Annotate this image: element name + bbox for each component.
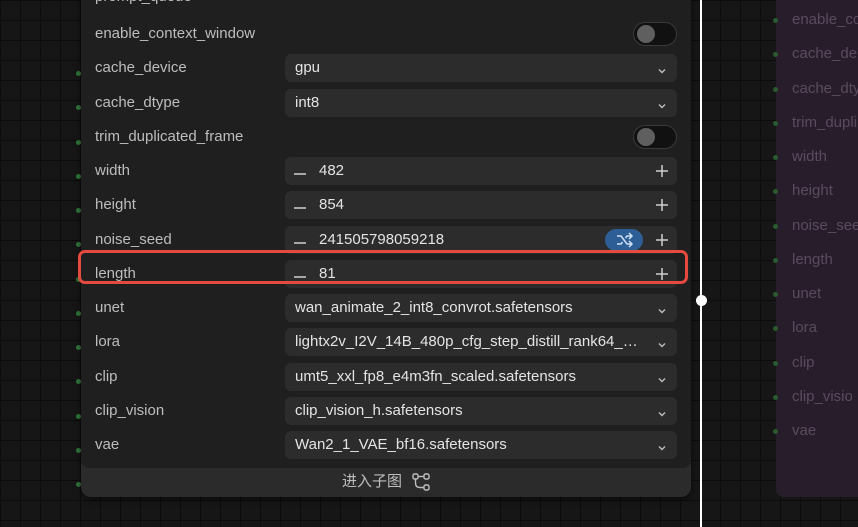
- right-node-label: lora: [792, 319, 818, 337]
- right-node-slot-dot[interactable]: [773, 292, 778, 297]
- right-node-label: cache_dty: [792, 79, 858, 97]
- widget-row-enable-context-window: enable_context_window: [95, 20, 677, 48]
- right-node-slot-dot[interactable]: [773, 223, 778, 229]
- widget-label-trim-duplicated-frame: trim_duplicated_frame: [95, 127, 244, 145]
- right-node-slot-dot[interactable]: [773, 120, 778, 126]
- widget-label-width: width: [95, 162, 131, 179]
- connection-line: [700, 0, 702, 527]
- widget-row-height: height 854: [95, 191, 677, 220]
- cache-dtype-select[interactable]: int8: [285, 88, 677, 117]
- enable-context-window-toggle[interactable]: [633, 22, 677, 46]
- widget-row-cache-dtype: cache_dtype int8: [95, 88, 677, 117]
- right-node-label: noise_see: [792, 216, 858, 234]
- right-node-slot-dot[interactable]: [773, 257, 778, 263]
- widget-label-prompt-queue: prompt_queue: [95, 0, 192, 5]
- chevron-down-icon: [657, 372, 667, 382]
- right-node-slot-dot[interactable]: [773, 360, 778, 366]
- clip-value: umt5_xxl_fp8_e4m3fn_scaled.safetensors: [295, 367, 577, 385]
- unet-select[interactable]: wan_animate_2_int8_convrot.safetensors: [285, 294, 677, 322]
- lora-select[interactable]: lightx2v_I2V_14B_480p_cfg_step_distill_r…: [285, 328, 677, 357]
- right-node-slot-dot[interactable]: [773, 86, 778, 92]
- enter-subgraph-button[interactable]: 进入子图: [81, 468, 691, 497]
- subgraph-icon: [412, 473, 430, 491]
- widget-row-vae: vae Wan2_1_VAE_bf16.safetensors: [95, 431, 677, 459]
- trim-duplicated-frame-toggle[interactable]: [633, 124, 677, 149]
- right-node-slot-dot[interactable]: [773, 394, 778, 400]
- right-node-label: cache_de: [792, 45, 858, 63]
- randomize-seed-icon[interactable]: [605, 228, 643, 251]
- chevron-down-icon: [657, 440, 667, 451]
- cache-device-value: gpu: [295, 59, 321, 77]
- unet-value: wan_animate_2_int8_convrot.safetensors: [295, 299, 573, 316]
- right-node-slot-dot[interactable]: [773, 429, 778, 434]
- widget-row-cache-device: cache_device gpu: [95, 54, 677, 83]
- right-node-label: clip_visio: [792, 387, 853, 405]
- widget-label-unet: unet: [95, 299, 125, 316]
- right-node-label: vae: [792, 422, 817, 439]
- cache-dtype-value: int8: [295, 93, 320, 111]
- increment-icon[interactable]: [655, 233, 669, 247]
- enter-subgraph-label: 进入子图: [342, 473, 403, 490]
- vae-value: Wan2_1_VAE_bf16.safetensors: [295, 436, 507, 453]
- toggle-knob: [637, 127, 655, 146]
- widget-label-clip-vision: clip_vision: [95, 401, 165, 419]
- widget-row-unet: unet wan_animate_2_int8_convrot.safetenso…: [95, 294, 677, 322]
- widget-row-clip-vision: clip_vision clip_vision_h.safetensors: [95, 396, 677, 425]
- clip-vision-value: clip_vision_h.safetensors: [295, 401, 463, 419]
- widget-row-lora: lora lightx2v_I2V_14B_480p_cfg_step_disti…: [95, 328, 677, 357]
- widget-row-clip: clip umt5_xxl_fp8_e4m3fn_scaled.safetenso…: [95, 362, 677, 391]
- widget-label-vae: vae: [95, 436, 120, 453]
- widget-label-enable-context-window: enable_context_window: [95, 25, 256, 42]
- subgraph-node: enable_context_window cache_device gpu cach…: [81, 0, 691, 497]
- right-node-label: unet: [792, 285, 822, 302]
- decrement-icon[interactable]: [293, 235, 307, 245]
- widget-row-width: width 482: [95, 157, 677, 185]
- chevron-down-icon: [657, 98, 667, 108]
- chevron-down-icon: [657, 406, 667, 417]
- reroute-handle[interactable]: [696, 295, 707, 306]
- clip-vision-select[interactable]: clip_vision_h.safetensors: [285, 396, 677, 425]
- increment-icon[interactable]: [655, 164, 669, 178]
- cache-device-select[interactable]: gpu: [285, 54, 677, 83]
- width-value: 482: [319, 162, 345, 179]
- right-node-label: clip: [792, 353, 815, 371]
- node-body: enable_context_window cache_device gpu cach…: [81, 0, 691, 468]
- lora-value: lightx2v_I2V_14B_480p_cfg_step_distill_r…: [295, 333, 645, 351]
- increment-icon[interactable]: [655, 198, 669, 212]
- toggle-knob: [637, 25, 655, 43]
- chevron-down-icon: [657, 303, 667, 314]
- right-node-slot-dot[interactable]: [773, 18, 778, 23]
- width-number-input[interactable]: 482: [285, 157, 677, 185]
- right-node-label: length: [792, 250, 833, 268]
- height-number-input[interactable]: 854: [285, 191, 677, 220]
- decrement-icon[interactable]: [293, 200, 307, 210]
- chevron-down-icon: [657, 337, 667, 348]
- vae-select[interactable]: Wan2_1_VAE_bf16.safetensors: [285, 431, 677, 459]
- widget-label-clip: clip: [95, 367, 118, 385]
- right-node-label: trim_dupli: [792, 113, 858, 131]
- right-node-label: width: [792, 148, 828, 165]
- widget-label-height: height: [95, 196, 136, 214]
- widget-label-cache-device: cache_device: [95, 59, 187, 77]
- widget-label-cache-dtype: cache_dtype: [95, 93, 181, 111]
- height-value: 854: [319, 196, 345, 214]
- right-node-label: enable_co: [792, 11, 858, 28]
- decrement-icon[interactable]: [293, 166, 307, 176]
- chevron-down-icon: [657, 63, 667, 74]
- length-highlight-box: [78, 250, 688, 284]
- right-node-label: height: [792, 182, 833, 200]
- right-node-slot-dot[interactable]: [773, 155, 778, 160]
- widget-row-trim-duplicated-frame: trim_duplicated_frame: [95, 123, 677, 151]
- clip-select[interactable]: umt5_xxl_fp8_e4m3fn_scaled.safetensors: [285, 362, 677, 391]
- widget-label-lora: lora: [95, 333, 121, 351]
